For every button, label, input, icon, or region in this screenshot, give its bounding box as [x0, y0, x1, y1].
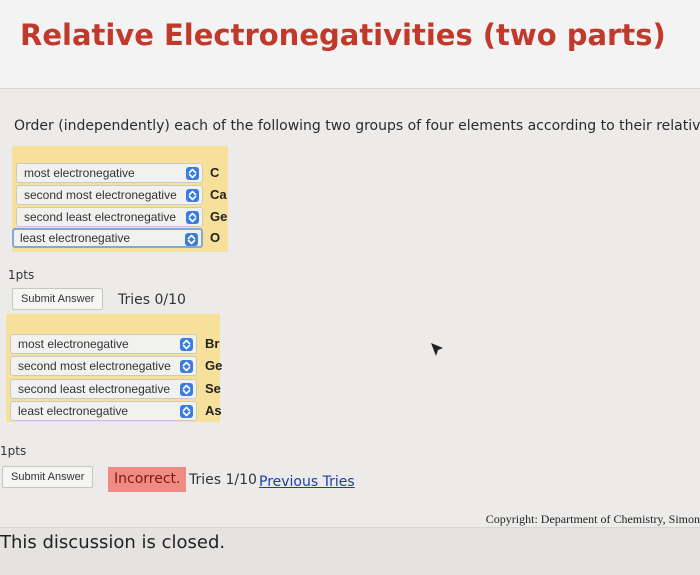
group-2-select-4[interactable]: least electronegative [10, 401, 197, 421]
select-label: least electronegative [18, 404, 129, 418]
previous-tries-link[interactable]: Previous Tries [259, 474, 355, 490]
group-2-submit-button[interactable]: Submit Answer [2, 466, 94, 488]
mouse-cursor-icon [431, 343, 443, 356]
select-label: least electronegative [20, 231, 131, 245]
stepper-icon [186, 211, 199, 224]
instructions-text: Order (independently) each of the follow… [14, 118, 700, 134]
stepper-icon [186, 189, 199, 202]
group-1-answer-1: C [210, 165, 220, 180]
group-1-answer-3: Ge [210, 209, 228, 224]
select-label: most electronegative [18, 337, 129, 351]
select-label: second least electronegative [18, 382, 171, 396]
group-1-submit-button[interactable]: Submit Answer [12, 288, 104, 310]
page-title: Relative Electronegativities (two parts) [20, 18, 666, 52]
select-label: most electronegative [24, 166, 135, 180]
group-1-answer-4: O [210, 230, 221, 245]
select-label: second least electronegative [24, 210, 177, 224]
group-1-points: 1pts [8, 268, 35, 282]
stepper-icon [185, 233, 198, 246]
incorrect-badge: Incorrect. [108, 467, 187, 492]
copyright-text: Copyright: Department of Chemistry, Simo… [485, 512, 700, 526]
stepper-icon [180, 338, 193, 351]
group-2-answer-2: Ge [205, 358, 223, 373]
group-2-points: 1pts [0, 444, 27, 458]
select-label: second most electronegative [18, 359, 171, 373]
group-1-select-3[interactable]: second least electronegative [16, 207, 203, 227]
group-2-select-2[interactable]: second most electronegative [10, 356, 197, 376]
group-2-answer-4: As [205, 403, 222, 418]
group-2-panel: most electronegative Br second most elec… [6, 314, 223, 422]
group-2-answer-3: Se [205, 381, 221, 396]
stepper-icon [180, 360, 193, 373]
select-label: second most electronegative [24, 188, 177, 202]
group-2-tries: Tries 1/10 [189, 472, 257, 488]
discussion-closed-text: This discussion is closed. [0, 532, 226, 553]
title-divider [0, 88, 700, 89]
group-2-select-1[interactable]: most electronegative [10, 334, 197, 354]
group-1-panel: most electronegative C second most elect… [12, 146, 228, 252]
group-1-select-2[interactable]: second most electronegative [16, 185, 203, 205]
group-1-select-4[interactable]: least electronegative [12, 228, 203, 248]
group-1-tries: Tries 0/10 [118, 292, 186, 308]
stepper-icon [180, 383, 193, 396]
group-1-select-1[interactable]: most electronegative [16, 163, 203, 183]
group-2-answer-1: Br [205, 336, 220, 351]
stepper-icon [186, 167, 199, 180]
group-2-select-3[interactable]: second least electronegative [10, 379, 197, 399]
stepper-icon [180, 405, 193, 418]
group-1-answer-2: Ca [210, 187, 227, 202]
